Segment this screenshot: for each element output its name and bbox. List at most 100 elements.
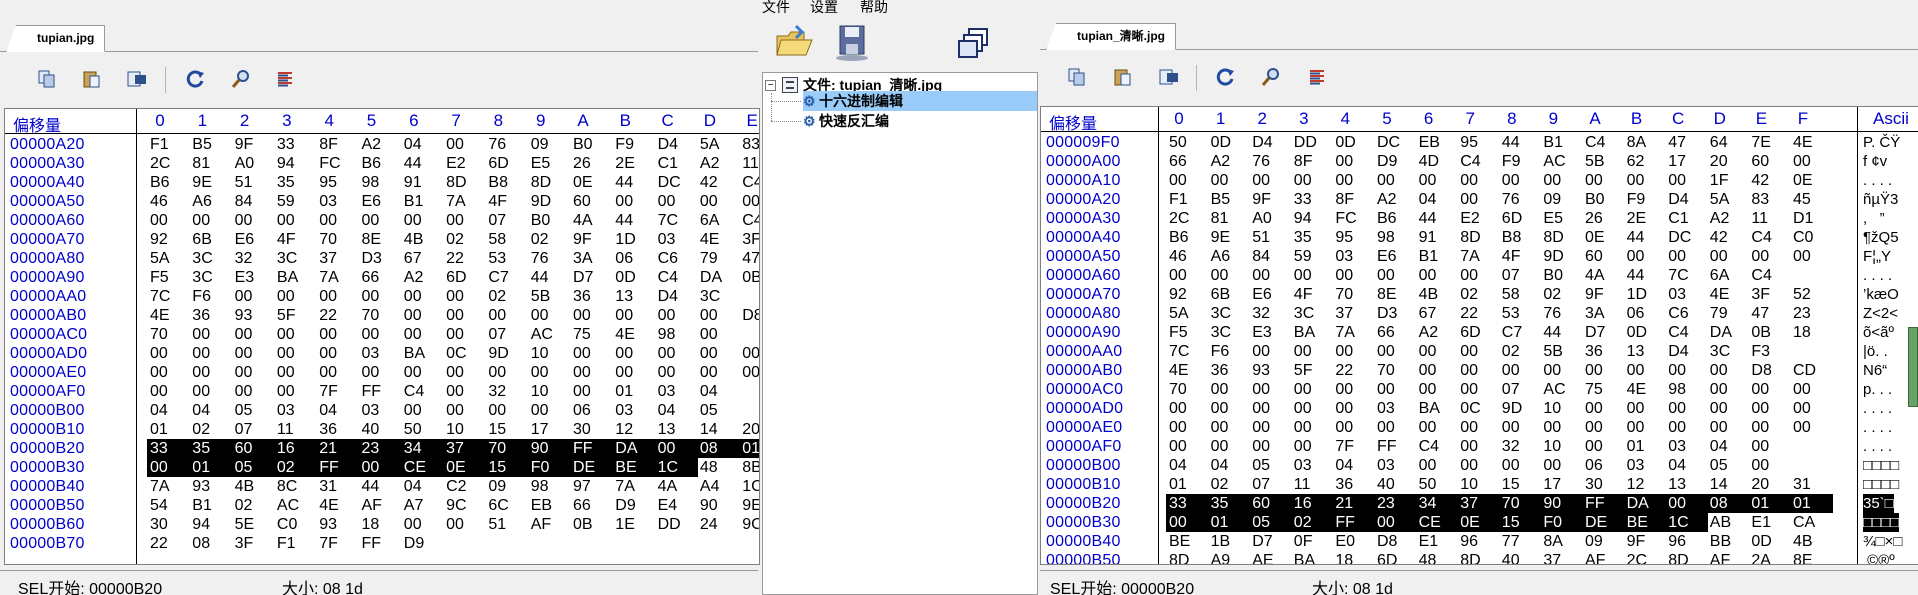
hex-byte[interactable]: 9F (1249, 190, 1292, 209)
hex-byte[interactable]: 2E (612, 154, 655, 173)
hex-byte[interactable]: 00 (1624, 418, 1667, 437)
ascii-text[interactable]: 35`□ (1863, 494, 1894, 513)
hex-byte[interactable]: 16 (273, 439, 318, 458)
hex-byte[interactable]: 3F (739, 230, 759, 249)
hex-byte[interactable]: 33 (1291, 190, 1334, 209)
left-hex-grid[interactable]: 偏移量 0123456789ABCDE 00000A20 F1 B5 9F 33 8F A2… (4, 108, 760, 565)
hex-byte[interactable]: 02 (273, 458, 318, 477)
hex-byte[interactable]: B8 (1499, 228, 1542, 247)
hex-byte[interactable]: 70 (1166, 380, 1209, 399)
ascii-text[interactable]: ¶žQ5 (1863, 228, 1899, 247)
hex-byte[interactable]: 10 (528, 382, 571, 401)
hex-byte[interactable]: E3 (232, 268, 275, 287)
hex-byte[interactable]: A6 (1208, 247, 1251, 266)
hex-byte[interactable]: 52 (1790, 285, 1833, 304)
hex-byte[interactable]: 58 (1499, 285, 1542, 304)
hex-byte[interactable]: 01 (1166, 475, 1209, 494)
hex-byte[interactable]: 11 (274, 420, 317, 439)
hex-byte[interactable]: 07 (485, 325, 528, 344)
hex-byte[interactable]: 2C (1624, 551, 1667, 564)
hex-byte[interactable]: DD (655, 515, 698, 534)
hex-byte[interactable]: DC (1374, 133, 1417, 152)
hex-byte[interactable]: 4F (274, 230, 317, 249)
hex-byte[interactable]: 00 (1166, 418, 1209, 437)
hex-byte[interactable]: 75 (570, 325, 613, 344)
hex-byte[interactable]: 00 (1499, 418, 1542, 437)
hex-byte[interactable]: FF (316, 458, 360, 477)
hex-byte[interactable]: 95 (1332, 228, 1375, 247)
hex-byte[interactable]: 00 (1374, 513, 1417, 532)
hex-byte[interactable]: 00 (1416, 342, 1459, 361)
hex-byte[interactable]: 00 (443, 211, 486, 230)
hex-byte[interactable]: F9 (1624, 190, 1667, 209)
hex-byte[interactable]: D3 (1374, 304, 1417, 323)
hex-byte[interactable]: A4 (697, 477, 740, 496)
hex-byte[interactable]: 8F (1291, 152, 1334, 171)
hex-byte[interactable]: 46 (147, 192, 190, 211)
hex-byte[interactable]: 7A (1332, 323, 1375, 342)
hex-byte[interactable]: D4 (1249, 133, 1292, 152)
hex-byte[interactable]: 62 (1624, 152, 1667, 171)
hex-byte[interactable]: 00 (232, 344, 275, 363)
hex-byte[interactable]: A2 (359, 135, 402, 154)
hex-byte[interactable]: B1 (401, 192, 444, 211)
hex-byte[interactable]: B6 (1374, 209, 1417, 228)
hex-byte[interactable]: AF (1582, 551, 1625, 564)
hex-byte[interactable]: FC (1332, 209, 1375, 228)
hex-byte[interactable]: 4B (232, 477, 275, 496)
hex-byte[interactable]: 60 (1582, 247, 1625, 266)
list-icon[interactable] (270, 64, 300, 94)
hex-byte[interactable]: 44 (612, 211, 655, 230)
hex-byte[interactable]: C4 (1582, 133, 1625, 152)
hex-byte[interactable]: 00 (443, 325, 486, 344)
hex-byte[interactable]: 93 (189, 477, 232, 496)
hex-byte[interactable]: 47 (1748, 304, 1791, 323)
hex-byte[interactable]: 00 (1416, 171, 1459, 190)
hex-byte[interactable]: 16 (1290, 494, 1334, 513)
hex-byte[interactable]: 00 (189, 325, 232, 344)
hex-byte[interactable]: 00 (1582, 361, 1625, 380)
hex-byte[interactable]: 7F (316, 382, 359, 401)
hex-byte[interactable]: 00 (612, 344, 655, 363)
hex-byte[interactable]: 00 (1332, 418, 1375, 437)
hex-byte[interactable]: 91 (401, 173, 444, 192)
hex-byte[interactable]: 00 (1790, 399, 1833, 418)
save-disk-icon[interactable] (832, 22, 872, 62)
hex-byte[interactable]: 76 (485, 135, 528, 154)
hex-byte[interactable]: 92 (1166, 285, 1209, 304)
right-file-tab[interactable]: tupian_清晰.jpg (1046, 23, 1176, 50)
hex-byte[interactable]: 18 (1332, 551, 1375, 564)
hex-byte[interactable]: 37 (1332, 304, 1375, 323)
hex-byte[interactable]: F0 (1540, 513, 1583, 532)
hex-byte[interactable]: 37 (1457, 494, 1500, 513)
hex-byte[interactable]: 30 (1582, 475, 1625, 494)
hex-byte[interactable]: C4 (1416, 437, 1459, 456)
hex-byte[interactable]: 00 (1624, 247, 1667, 266)
hex-byte[interactable]: 6A (697, 211, 740, 230)
hex-byte[interactable]: CD (1790, 361, 1833, 380)
hex-byte[interactable]: 00 (570, 363, 613, 382)
ascii-text[interactable]: □□□□ (1863, 513, 1900, 532)
hex-byte[interactable]: 53 (485, 249, 528, 268)
hex-byte[interactable]: 26 (1582, 209, 1625, 228)
hex-byte[interactable]: D1 (1790, 209, 1833, 228)
hex-byte[interactable]: 05 (1707, 456, 1750, 475)
hex-byte[interactable]: 36 (1208, 361, 1251, 380)
hex-byte[interactable]: 00 (1332, 152, 1375, 171)
hex-byte[interactable]: 75 (1582, 380, 1625, 399)
hex-byte[interactable]: 22 (1332, 361, 1375, 380)
hex-byte[interactable]: 93 (1249, 361, 1292, 380)
hex-byte[interactable]: 00 (274, 382, 317, 401)
hex-byte[interactable]: C4 (655, 268, 698, 287)
hex-byte[interactable]: DD (1291, 133, 1334, 152)
hex-byte[interactable]: 00 (147, 344, 190, 363)
hex-byte[interactable]: 5A (147, 249, 190, 268)
hex-byte[interactable]: 13 (1665, 475, 1708, 494)
ascii-text[interactable]: . . . . (1863, 418, 1892, 437)
hex-byte[interactable]: 0B (570, 515, 613, 534)
hex-byte[interactable]: 08 (1706, 494, 1750, 513)
hex-byte[interactable]: 30 (147, 515, 190, 534)
hex-byte[interactable]: 13 (1624, 342, 1667, 361)
hex-byte[interactable]: 1D (1624, 285, 1667, 304)
hex-byte[interactable]: 08 (696, 439, 741, 458)
